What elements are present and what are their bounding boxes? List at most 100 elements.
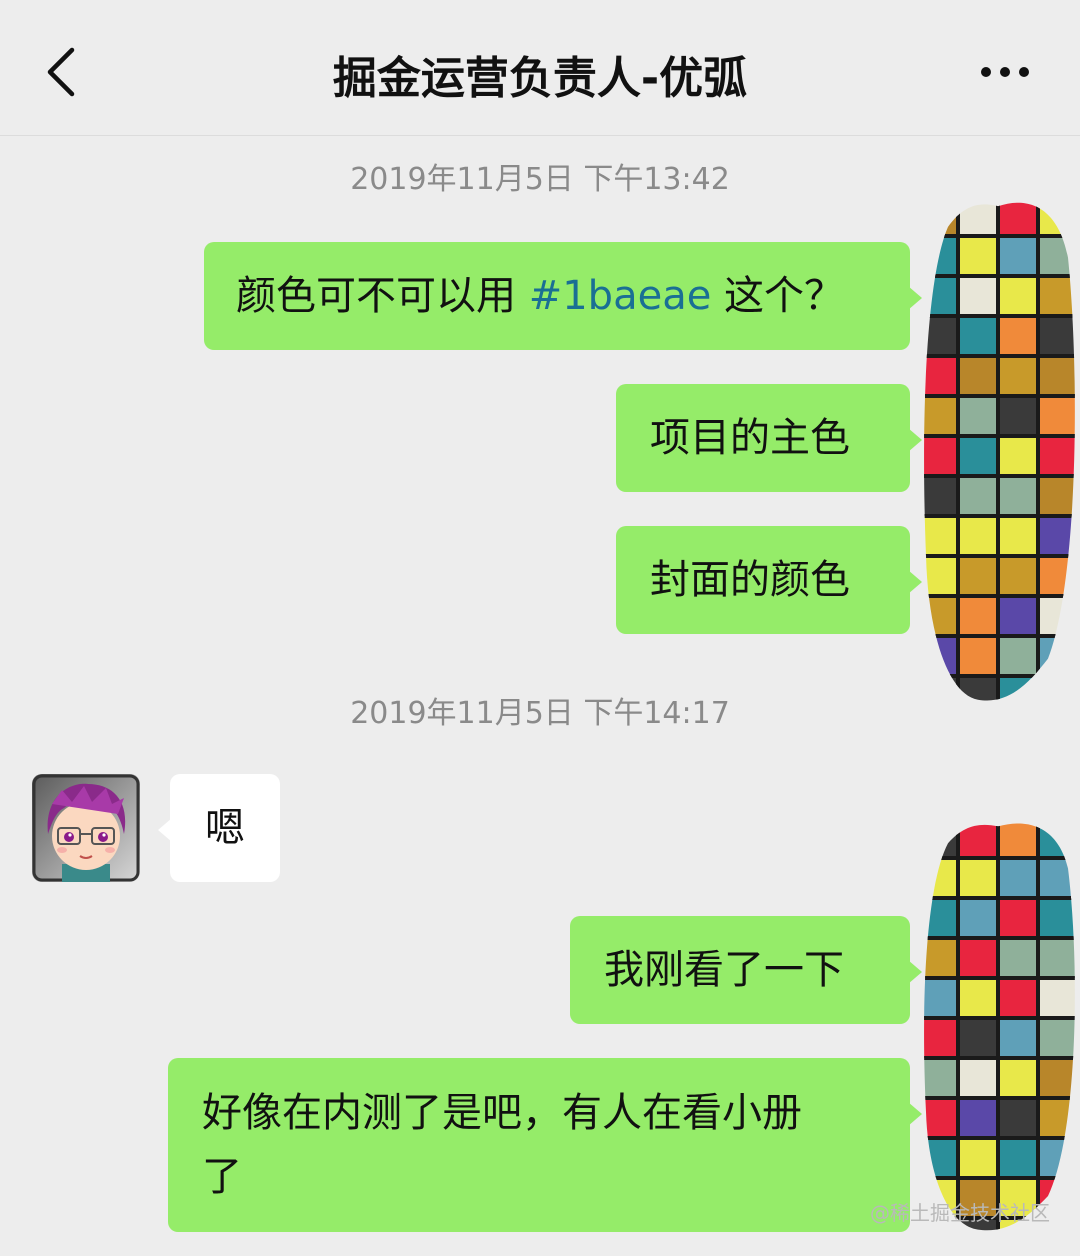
avatar[interactable] [32, 774, 140, 882]
mosaic-tile [996, 514, 1040, 558]
mosaic-tile [996, 823, 1040, 860]
watermark: @稀土掘金技术社区 [870, 1201, 1050, 1225]
mosaic-tile [924, 896, 960, 940]
mosaic-tile [1036, 394, 1075, 438]
back-button[interactable] [30, 40, 90, 104]
mosaic-tile [924, 394, 960, 438]
mosaic-tile [956, 856, 1000, 900]
mosaic-tile [996, 1096, 1040, 1140]
mosaic-tile [924, 823, 960, 860]
mosaic-tile [1036, 514, 1075, 558]
mosaic-pattern [924, 823, 1075, 1231]
chat-header: 掘金运营负责人-优弧 [0, 0, 1080, 136]
mosaic-tile [956, 896, 1000, 940]
mosaic-tile [1036, 976, 1075, 1020]
mosaic-tile [996, 896, 1040, 940]
mosaic-tile [996, 856, 1040, 900]
mosaic-tile [924, 594, 960, 638]
mosaic-tile [1036, 823, 1075, 860]
mosaic-tile [1036, 354, 1075, 398]
mosaic-tile [924, 434, 960, 478]
message-text-line: 好像在内测了是吧，有人在看小册 [202, 1090, 802, 1136]
chevron-left-icon [47, 47, 75, 97]
mosaic-pattern [924, 202, 1075, 701]
mosaic-tile [996, 594, 1040, 638]
hashtag-link[interactable]: #1baeae [529, 273, 712, 319]
mosaic-tile [956, 274, 1000, 318]
mosaic-tile [1036, 1096, 1075, 1140]
mosaic-tile [924, 354, 960, 398]
mosaic-tile [1036, 314, 1075, 358]
mosaic-tile [1036, 202, 1075, 238]
mosaic-tile [1036, 1136, 1075, 1180]
message-bubble-sent[interactable]: 我刚看了一下 [570, 916, 922, 1024]
message-bubble-sent[interactable]: 封面的颜色 [616, 526, 922, 634]
mosaic-tile [1036, 856, 1075, 900]
mosaic-tile [1036, 1016, 1075, 1060]
mosaic-tile [956, 1016, 1000, 1060]
message-bubble-sent[interactable]: 项目的主色 [616, 384, 922, 492]
message-text: 项目的主色 [650, 415, 850, 461]
mosaic-tile [956, 634, 1000, 678]
mosaic-tile [1036, 896, 1075, 940]
mosaic-tile [996, 1056, 1040, 1100]
mosaic-tile [956, 554, 1000, 598]
mosaic-tile [1036, 474, 1075, 518]
message-text: 嗯 [205, 805, 245, 851]
mosaic-tile [996, 1016, 1040, 1060]
chat-title: 掘金运营负责人-优弧 [332, 53, 748, 104]
more-dots-icon [981, 67, 1029, 77]
mosaic-tile [996, 554, 1040, 598]
message-bubble-sent[interactable]: 好像在内测了是吧，有人在看小册 了 [168, 1058, 922, 1232]
mosaic-tile [956, 823, 1000, 860]
mosaic-tile [956, 976, 1000, 1020]
mosaic-tile [956, 936, 1000, 980]
mosaic-tile [996, 474, 1040, 518]
more-options-button[interactable] [970, 50, 1040, 94]
mosaic-tile [996, 434, 1040, 478]
mosaic-tile [956, 1136, 1000, 1180]
mosaic-tile [956, 514, 1000, 558]
mosaic-tile [996, 234, 1040, 278]
timestamp: 2019年11月5日 下午14:17 [350, 696, 730, 731]
mosaic-tile [1036, 936, 1075, 980]
mosaic-tile [924, 514, 960, 558]
mosaic-tile [924, 554, 960, 598]
mosaic-tile [956, 202, 1000, 238]
timestamp: 2019年11月5日 下午13:42 [350, 162, 730, 197]
mosaic-tile [1036, 594, 1075, 638]
message-text: 封面的颜色 [650, 557, 850, 603]
mosaic-tile [1036, 554, 1075, 598]
mosaic-tile [956, 354, 1000, 398]
mosaic-tile [956, 314, 1000, 358]
mosaic-tile [956, 434, 1000, 478]
mosaic-tile [996, 1136, 1040, 1180]
mosaic-tile [924, 474, 960, 518]
mosaic-tile [924, 1096, 960, 1140]
mosaic-tile [996, 314, 1040, 358]
mosaic-tile [996, 354, 1040, 398]
mosaic-tile [1036, 634, 1075, 678]
mosaic-tile [996, 274, 1040, 318]
mosaic-tile [1036, 434, 1075, 478]
mosaic-tile [996, 394, 1040, 438]
mosaic-tile [996, 202, 1040, 238]
mosaic-tile [924, 314, 960, 358]
mosaic-tile [956, 394, 1000, 438]
mosaic-tile [924, 234, 960, 278]
mosaic-tile [956, 234, 1000, 278]
mosaic-tile [956, 594, 1000, 638]
message-bubble-sent[interactable]: 颜色可不可以用 #1baeae 这个？ [204, 242, 922, 350]
mosaic-tile [924, 274, 960, 318]
mosaic-tile [996, 634, 1040, 678]
mosaic-tile [996, 936, 1040, 980]
mosaic-tile [1036, 1056, 1075, 1100]
obscured-avatar [918, 818, 1080, 1238]
mosaic-tile [924, 1056, 960, 1100]
mosaic-tile [924, 634, 960, 678]
mosaic-tile [1036, 274, 1075, 318]
mosaic-tile [924, 202, 960, 238]
mosaic-tile [956, 474, 1000, 518]
message-text-line: 了 [202, 1154, 242, 1200]
message-bubble-received[interactable]: 嗯 [158, 774, 280, 882]
